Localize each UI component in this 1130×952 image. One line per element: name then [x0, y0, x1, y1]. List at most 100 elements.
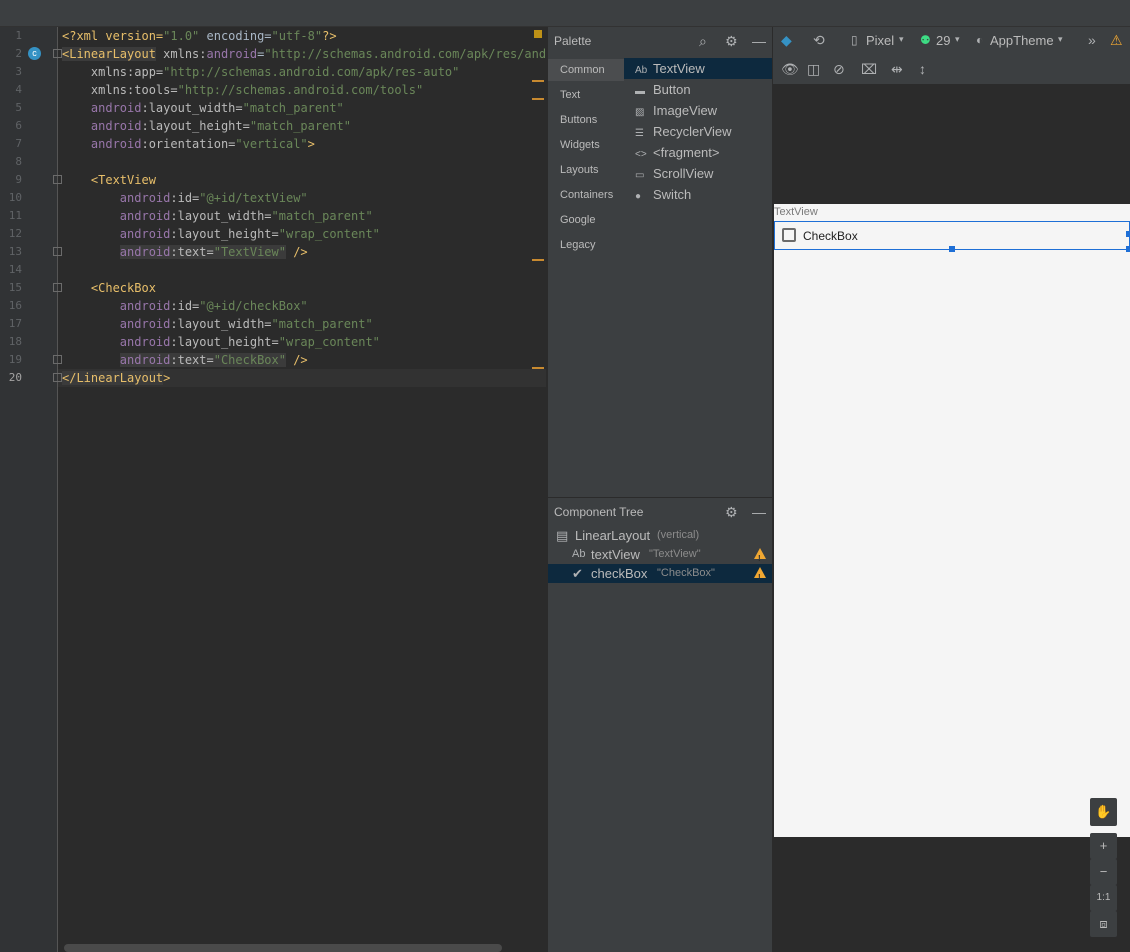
autoconnect-icon[interactable]: ⊘	[833, 61, 845, 78]
palette-category[interactable]: Widgets	[548, 134, 624, 156]
code-token: android	[62, 227, 171, 241]
palette-item[interactable]: ▭ ScrollView	[624, 163, 772, 184]
vertical-pack-icon[interactable]: ↕	[919, 61, 926, 77]
device-preview[interactable]: TextView CheckBox	[774, 204, 1130, 837]
checkbox-square[interactable]	[782, 228, 796, 242]
class-gutter-icon[interactable]: c	[28, 47, 41, 60]
code-line[interactable]: android:layout_height="wrap_content"	[58, 333, 546, 351]
code-line[interactable]: xmlns:tools="http://schemas.android.com/…	[58, 81, 546, 99]
warning-icon[interactable]	[754, 548, 766, 568]
resize-handle[interactable]	[1126, 231, 1130, 237]
line-number: 2	[15, 47, 22, 60]
palette-item-icon: ▬	[635, 86, 645, 97]
device-selector[interactable]: Pixel	[866, 33, 894, 48]
warning-stripe[interactable]	[532, 367, 544, 369]
code-token: "wrap_content"	[278, 335, 380, 349]
palette-item[interactable]: ▨ ImageView	[624, 100, 772, 121]
palette-item[interactable]: Ab TextView	[624, 58, 772, 79]
more-icon[interactable]: »	[1088, 32, 1096, 48]
code-line[interactable]: android:text="TextView" />	[58, 243, 546, 261]
chevron-down-icon: ▾	[899, 34, 904, 44]
code-token: "vertical"	[235, 137, 308, 151]
warning-icon[interactable]: ⚠	[1110, 32, 1123, 49]
zoom-fit-icon[interactable]: ⧈	[1090, 911, 1117, 937]
code-text: android:text="CheckBox" />	[62, 351, 308, 369]
pan-icon[interactable]: ✋	[1090, 798, 1117, 826]
resize-handle[interactable]	[1126, 246, 1130, 252]
preview-checkbox[interactable]: CheckBox	[774, 221, 1130, 252]
tree-row[interactable]: Ab textView "TextView"	[548, 545, 772, 568]
code-line[interactable]: <TextView	[58, 171, 546, 189]
code-line[interactable]	[58, 261, 546, 279]
preview-textview[interactable]: TextView	[774, 206, 818, 218]
zoom-in-button[interactable]: +	[1090, 833, 1117, 859]
tree-row[interactable]: ▤ LinearLayout (vertical)	[548, 526, 772, 545]
code-line[interactable]: android:layout_height="wrap_content"	[58, 225, 546, 243]
layers-icon[interactable]: ◆	[781, 32, 792, 49]
palette-category[interactable]: Text	[548, 84, 624, 106]
margin-icon[interactable]: ⇹	[891, 61, 903, 78]
tree-row-name: LinearLayout	[575, 528, 651, 543]
warning-stripe[interactable]	[532, 259, 544, 261]
warning-icon[interactable]	[754, 567, 766, 587]
palette-item-icon: ●	[635, 191, 642, 202]
palette-category[interactable]: Layouts	[548, 159, 624, 181]
zoom-out-button[interactable]: −	[1090, 859, 1117, 885]
code-line[interactable]: xmlns:app="http://schemas.android.com/ap…	[58, 63, 546, 81]
orientation-icon[interactable]: ⟲	[813, 32, 825, 49]
palette-item-icon: Ab	[635, 65, 648, 76]
palette-item[interactable]: ▬ Button	[624, 79, 772, 100]
code-line[interactable]: android:id="@+id/textView"	[58, 189, 546, 207]
design-surface[interactable]: TextView CheckBox ✋ + − 1:1 ⧈	[772, 84, 1130, 952]
code-text: <CheckBox	[62, 279, 156, 297]
eye-icon[interactable]: 👁	[781, 61, 799, 78]
code-editor[interactable]: c 1 2 3 4 5 6 7 8 9 10 11 12 13 14 15 16 17 18 19 20 <?xml …	[0, 27, 546, 952]
blueprint-icon[interactable]: ◫	[807, 61, 820, 78]
warning-stripe[interactable]	[532, 98, 544, 100]
palette-item[interactable]: ● Switch	[624, 184, 772, 205]
checkbox-label: CheckBox	[803, 229, 858, 243]
inspection-status-icon[interactable]	[534, 30, 542, 38]
code-line[interactable]	[58, 153, 546, 171]
code-line[interactable]: android:layout_width="match_parent"	[58, 99, 546, 117]
code-line[interactable]: android:layout_width="match_parent"	[58, 207, 546, 225]
code-line[interactable]: android:text="CheckBox" />	[58, 351, 546, 369]
code-text: android:orientation="vertical">	[62, 135, 315, 153]
palette-category[interactable]: Containers	[548, 184, 624, 206]
code-token: />	[285, 245, 308, 259]
code-line[interactable]: <CheckBox	[58, 279, 546, 297]
api-level-selector[interactable]: 29	[936, 33, 950, 48]
code-token: :layout_height=	[141, 119, 250, 133]
code-line[interactable]: <LinearLayout xmlns:android="http://sche…	[58, 45, 546, 63]
resize-handle[interactable]	[949, 246, 955, 252]
gear-icon[interactable]: ⚙	[725, 33, 738, 50]
palette-category[interactable]: Google	[548, 209, 624, 231]
theme-selector[interactable]: AppTheme	[990, 33, 1054, 48]
palette-item[interactable]: ☰ RecyclerView	[624, 121, 772, 142]
warning-stripe[interactable]	[532, 80, 544, 82]
palette-category[interactable]: Buttons	[548, 109, 624, 131]
gear-icon[interactable]: ⚙	[725, 504, 738, 521]
code-line[interactable]: </LinearLayout>	[58, 369, 546, 387]
minimize-icon[interactable]: —	[752, 33, 766, 49]
code-text: android:layout_height="wrap_content"	[62, 333, 380, 351]
code-line[interactable]: android:orientation="vertical">	[58, 135, 546, 153]
palette-item[interactable]: <> <fragment>	[624, 142, 772, 163]
palette-category[interactable]: Common	[548, 59, 624, 81]
palette-category[interactable]: Legacy	[548, 234, 624, 256]
search-icon[interactable]: ⌕	[699, 33, 707, 50]
horizontal-scrollbar[interactable]	[64, 944, 502, 952]
code-line[interactable]: android:id="@+id/checkBox"	[58, 297, 546, 315]
code-line[interactable]: android:layout_width="match_parent"	[58, 315, 546, 333]
palette-item-icon: <>	[635, 149, 647, 160]
minimize-icon[interactable]: —	[752, 504, 766, 520]
code-area[interactable]: <?xml version="1.0" encoding="utf-8"?> <L…	[58, 27, 546, 952]
tree-row[interactable]: ✔ checkBox "CheckBox"	[548, 564, 772, 587]
clear-constraints-icon[interactable]: ⌧	[861, 61, 877, 78]
theme-icon: ◐	[976, 33, 984, 47]
code-token: "1.0"	[163, 29, 200, 43]
code-line[interactable]: <?xml version="1.0" encoding="utf-8"?>	[58, 27, 546, 45]
code-line[interactable]: android:layout_height="match_parent"	[58, 117, 546, 135]
code-text: android:layout_width="match_parent"	[62, 99, 344, 117]
zoom-actual-size-button[interactable]: 1:1	[1090, 885, 1117, 911]
